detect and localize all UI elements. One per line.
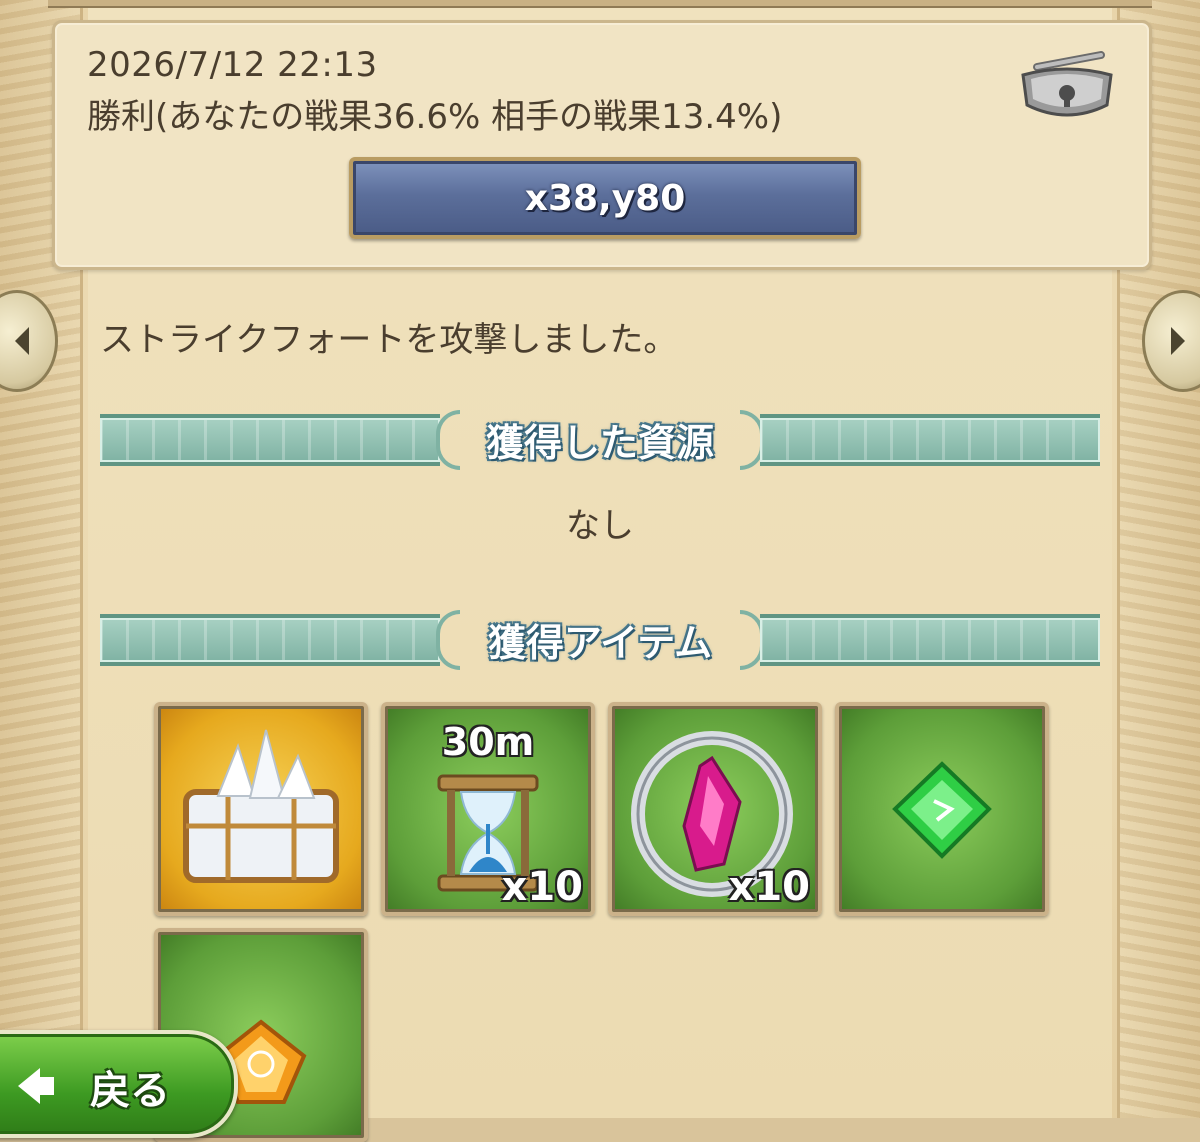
chevron-left-icon — [15, 327, 29, 355]
padlock-icon[interactable] — [1017, 45, 1117, 121]
green-gem-icon — [892, 761, 992, 859]
battle-result: 勝利(あなたの戦果36.6% 相手の戦果13.4%) — [87, 97, 783, 137]
banner-ornament-left — [100, 614, 440, 666]
chevron-right-icon — [1171, 327, 1185, 355]
item-count: x10 — [728, 864, 810, 910]
item-top-label: 30m — [441, 720, 535, 764]
arrow-left-icon — [18, 1068, 40, 1104]
crystal-chest-icon — [183, 729, 339, 883]
resources-value: なし — [566, 506, 634, 546]
item-count: x10 — [501, 864, 583, 910]
banner-ornament-right — [760, 614, 1100, 666]
banner-ornament-left — [100, 414, 440, 466]
item-tile-crystal-chest[interactable] — [154, 702, 368, 916]
item-tile-green-gem[interactable] — [835, 702, 1049, 916]
report-timestamp: 2026/7/12 22:13 — [87, 45, 378, 85]
coordinate-button[interactable]: x38,y80 — [349, 157, 861, 239]
arrow-left-icon-tail — [38, 1077, 54, 1095]
resources-section-header: 獲得した資源 — [100, 410, 1100, 470]
resources-section-title: 獲得した資源 — [485, 421, 714, 465]
item-tile-pink-gem-ring[interactable]: x10 — [608, 702, 822, 916]
back-button[interactable]: 戻る — [0, 1030, 238, 1138]
items-section-header: 獲得アイテム — [100, 610, 1100, 670]
items-section-title: 獲得アイテム — [487, 621, 713, 665]
back-button-label: 戻る — [90, 1068, 170, 1114]
banner-ornament-right — [760, 414, 1100, 466]
top-divider — [48, 0, 1152, 8]
attack-message: ストライクフォートを攻撃しました。 — [100, 320, 678, 360]
battle-report-card: 2026/7/12 22:13 勝利(あなたの戦果36.6% 相手の戦果13.4… — [52, 20, 1152, 270]
item-tile-hourglass[interactable]: 30m x10 — [381, 702, 595, 916]
